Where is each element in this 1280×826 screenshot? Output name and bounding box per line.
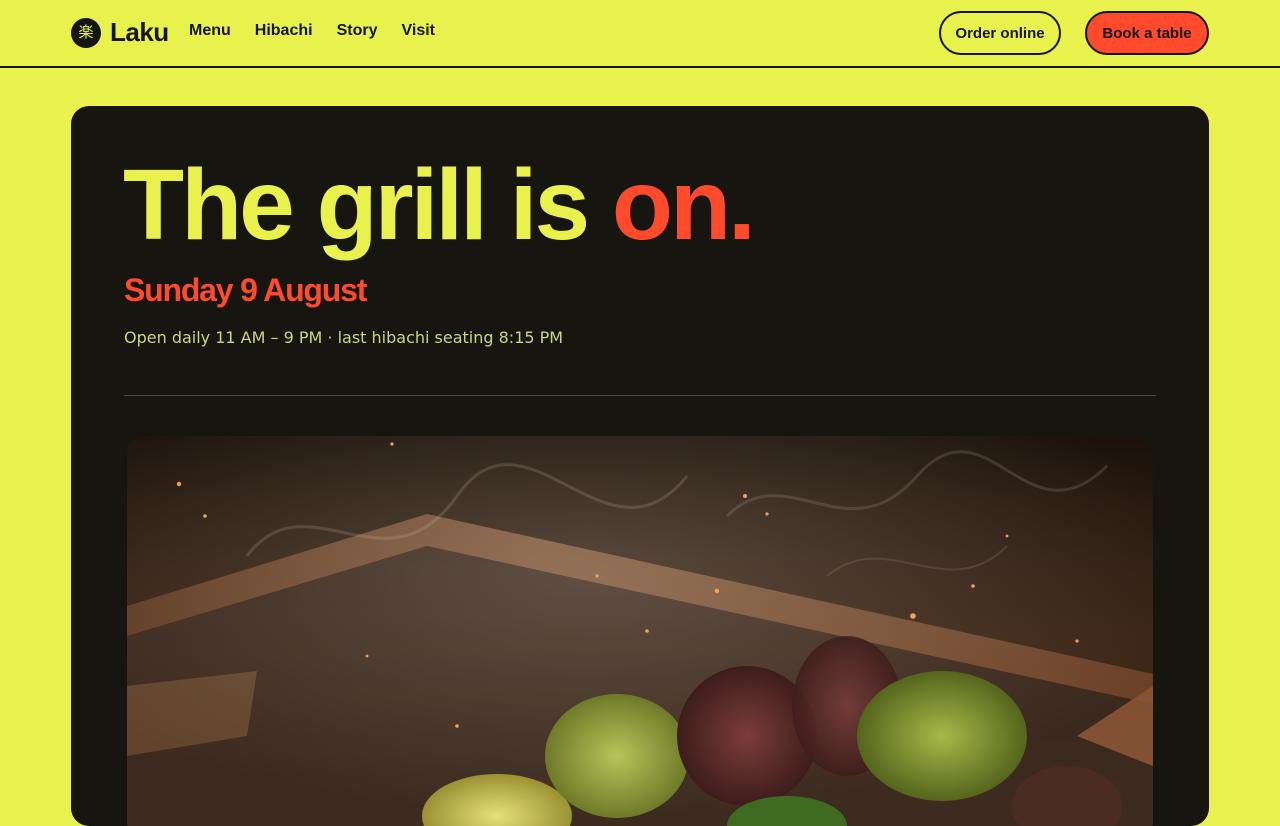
opening-hours: Open daily 11 AM – 9 PM · last hibachi s… (124, 328, 564, 347)
hero-card: The grill is on. Sunday 9 August Open da… (71, 106, 1209, 826)
book-table-button[interactable]: Book a table (1085, 11, 1209, 55)
main-nav: Menu Hibachi Story Visit (189, 21, 435, 41)
hibachi-grill-photo (127, 436, 1153, 826)
nav-item-hibachi[interactable]: Hibachi (255, 21, 313, 41)
kanji-logo-icon: 楽 (71, 17, 101, 48)
top-navigation-bar: 楽 Laku Menu Hibachi Story Visit Order on… (0, 0, 1280, 68)
section-divider (124, 395, 1156, 396)
brand-name: Laku (110, 17, 169, 47)
headline-accent-text: on. (611, 149, 756, 261)
nav-item-menu[interactable]: Menu (189, 21, 231, 41)
current-date: Sunday 9 August (124, 272, 367, 308)
hero-headline: The grill is on. (123, 149, 756, 261)
headline-main-text: The grill is (123, 149, 612, 261)
nav-item-visit[interactable]: Visit (401, 21, 435, 41)
brand-logo[interactable]: 楽 Laku (71, 17, 169, 48)
order-online-button[interactable]: Order online (939, 11, 1061, 55)
nav-item-story[interactable]: Story (337, 21, 378, 41)
